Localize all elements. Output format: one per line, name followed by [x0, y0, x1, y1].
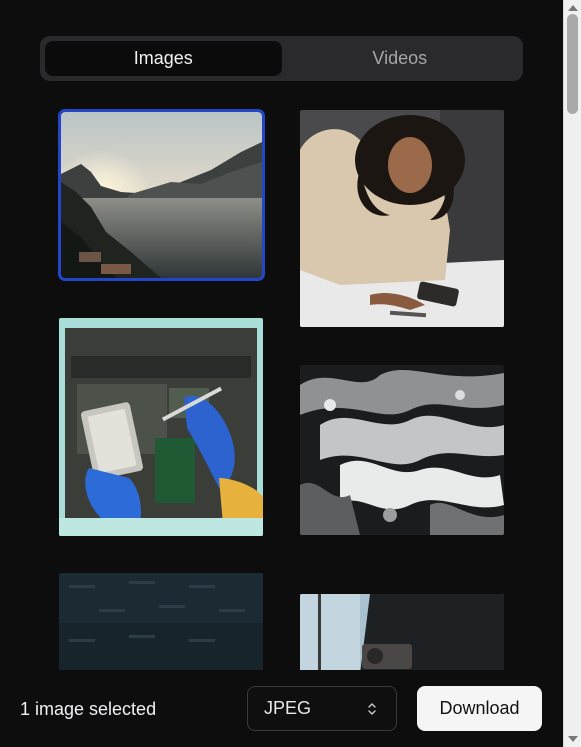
lake-sunset-image — [61, 112, 262, 278]
scroll-up-arrow-icon[interactable] — [568, 5, 578, 11]
image-gallery — [0, 96, 563, 670]
gallery-item-ocean-waves[interactable] — [300, 365, 504, 535]
gallery-item-laptop-repair[interactable] — [59, 318, 263, 536]
laptop-repair-image — [59, 318, 263, 536]
person-holding-camera-image — [300, 594, 504, 670]
up-down-chevron-icon — [368, 703, 376, 715]
gallery-item-dark-watermark[interactable] — [59, 573, 263, 670]
scrollbar-thumb[interactable] — [567, 14, 578, 114]
format-value: JPEG — [264, 698, 312, 718]
selection-count: 1 image selected — [20, 699, 157, 719]
woman-with-phone-image — [300, 110, 504, 327]
tab-videos[interactable]: Videos — [282, 41, 519, 76]
scroll-down-arrow-icon[interactable] — [568, 736, 578, 742]
vertical-scrollbar[interactable] — [563, 0, 581, 747]
ocean-waves-image — [300, 365, 504, 535]
footer-bar: 1 image selected JPEG Download — [0, 672, 563, 747]
gallery-item-lake-sunset[interactable] — [58, 109, 265, 281]
tab-images[interactable]: Images — [45, 41, 282, 76]
media-type-toggle: Images Videos — [40, 36, 523, 81]
format-select[interactable]: JPEG — [247, 686, 397, 731]
dark-watermark-image — [59, 573, 263, 670]
gallery-item-person-camera[interactable] — [300, 594, 504, 670]
gallery-item-woman-phone[interactable] — [300, 110, 504, 327]
download-button[interactable]: Download — [417, 686, 542, 731]
app-window: Images Videos 1 image selected JPEG Down… — [0, 0, 581, 747]
